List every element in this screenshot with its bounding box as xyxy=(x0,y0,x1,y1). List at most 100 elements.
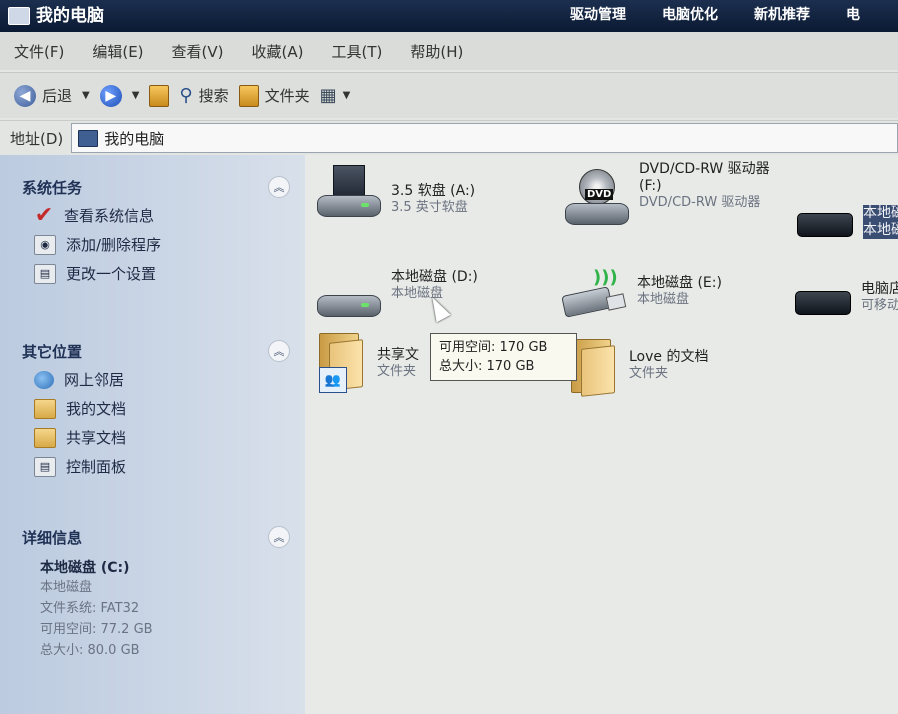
task-pane: 系统任务 ︽ ✔ 查看系统信息 ◉ 添加/删除程序 ▤ 更改一个设置 其它位置 … xyxy=(0,155,305,714)
address-bar: 地址(D) 我的电脑 xyxy=(0,120,898,155)
drive-floppy-a[interactable]: 3.5 软盘 (A:) 3.5 英寸软盘 xyxy=(315,165,476,217)
task-add-remove-programs[interactable]: ◉ 添加/删除程序 xyxy=(22,230,290,259)
search-button[interactable]: ⚲ 搜索 xyxy=(179,85,228,106)
place-shared-documents[interactable]: 共享文档 xyxy=(22,423,290,452)
dvd-drive-icon: DVD xyxy=(563,169,629,225)
task-label: 添加/删除程序 xyxy=(66,236,162,254)
drive-tooltip: 可用空间: 170 GB 总大小: 170 GB xyxy=(430,333,577,381)
up-folder-icon[interactable] xyxy=(149,84,170,107)
folder-love-documents[interactable]: Love 的文档 文件夹 xyxy=(567,339,709,397)
task-view-system-info[interactable]: ✔ 查看系统信息 xyxy=(22,201,290,230)
top-tab-driver-management[interactable]: 驱动管理 xyxy=(552,0,644,26)
details-filesystem: 文件系统: FAT32 xyxy=(40,601,140,616)
item-name: Love 的文档 xyxy=(629,349,709,365)
back-dropdown-icon[interactable]: ▼ xyxy=(82,90,90,101)
item-type: 本地磁盘 xyxy=(637,292,690,307)
folders-icon xyxy=(238,84,259,107)
collapse-chevron-icon[interactable]: ︽ xyxy=(268,176,290,198)
floppy-drive-icon xyxy=(315,165,381,217)
menu-file[interactable]: 文件(F) xyxy=(0,41,78,62)
back-arrow-icon: ◀ xyxy=(14,84,36,107)
top-tab-1[interactable] xyxy=(360,0,456,26)
menu-favorites[interactable]: 收藏(A) xyxy=(238,41,318,62)
collapse-chevron-icon[interactable]: ︽ xyxy=(268,526,290,548)
item-type: DVD/CD-RW 驱动器 xyxy=(639,195,761,210)
toolbar: ◀ 后退 ▼ ▶ ▼ ⚲ 搜索 文件夹 ▦ ▼ xyxy=(0,72,898,118)
hard-drive-icon xyxy=(797,207,853,237)
views-button[interactable]: ▦ ▼ xyxy=(320,85,351,106)
item-type: 可移动 xyxy=(861,298,898,313)
tooltip-total-size: 总大小: 170 GB xyxy=(439,359,535,374)
item-drive-letter: (F:) xyxy=(639,178,662,194)
my-computer-icon xyxy=(78,129,99,147)
views-dropdown-icon: ▼ xyxy=(342,90,351,101)
address-input[interactable]: 我的电脑 xyxy=(71,123,898,153)
top-tab-strip: 驱动管理 电脑优化 新机推荐 电 xyxy=(360,0,878,26)
removable-drive-icon xyxy=(795,285,851,315)
system-tasks-panel: 系统任务 ︽ ✔ 查看系统信息 ◉ 添加/删除程序 ▤ 更改一个设置 xyxy=(22,173,290,288)
details-free-space: 可用空间: 77.2 GB xyxy=(40,622,153,637)
usb-drive-icon: ))) xyxy=(561,267,627,318)
place-control-panel[interactable]: ▤ 控制面板 xyxy=(22,452,290,481)
item-type: 文件夹 xyxy=(377,364,417,379)
details-drive-name: 本地磁盘 (C:) xyxy=(40,560,130,576)
top-tab-pc-optimize[interactable]: 电脑优化 xyxy=(644,0,736,26)
window-title-text: 我的电脑 xyxy=(36,6,104,26)
users-icon: 👥 xyxy=(319,367,347,393)
forward-arrow-icon[interactable]: ▶ xyxy=(99,84,122,107)
place-label: 网上邻居 xyxy=(64,371,125,389)
place-my-documents[interactable]: 我的文档 xyxy=(22,394,290,423)
top-tab-new-pc-recommend[interactable]: 新机推荐 xyxy=(736,0,828,26)
address-value: 我的电脑 xyxy=(104,129,165,148)
menu-edit[interactable]: 编辑(E) xyxy=(78,41,157,62)
drive-list: 3.5 软盘 (A:) 3.5 英寸软盘 DVD DVD/CD-RW 驱动器 (… xyxy=(305,155,898,714)
item-name: 本地磁盘 (D:) xyxy=(391,269,478,285)
drive-local-e[interactable]: ))) 本地磁盘 (E:) 本地磁盘 xyxy=(561,267,722,318)
folders-label: 文件夹 xyxy=(264,87,310,105)
place-label: 控制面板 xyxy=(66,458,127,476)
back-label: 后退 xyxy=(42,87,73,105)
details-title: 详细信息 xyxy=(22,528,83,547)
task-label: 查看系统信息 xyxy=(64,207,155,225)
window-title: 我的电脑 xyxy=(8,0,104,32)
title-bar: 我的电脑 驱动管理 电脑优化 新机推荐 电 xyxy=(0,0,898,32)
details-panel: 详细信息 ︽ 本地磁盘 (C:) 本地磁盘 文件系统: FAT32 可用空间: … xyxy=(22,523,290,661)
hard-drive-icon xyxy=(315,283,381,317)
drive-removable[interactable]: 电脑店 可移动 xyxy=(795,281,898,315)
menu-help[interactable]: 帮助(H) xyxy=(396,41,477,62)
task-change-setting[interactable]: ▤ 更改一个设置 xyxy=(22,259,290,288)
item-name: 共享文 xyxy=(377,347,419,363)
top-tab-6[interactable]: 电 xyxy=(828,0,878,26)
place-network[interactable]: 网上邻居 xyxy=(22,365,290,394)
item-name: 3.5 软盘 (A:) xyxy=(391,183,476,199)
checkmark-icon: ✔ xyxy=(34,203,54,228)
task-label: 更改一个设置 xyxy=(66,265,157,283)
system-tasks-title: 系统任务 xyxy=(22,178,83,197)
item-name: 本地磁 xyxy=(863,205,898,222)
item-name: 本地磁盘 (E:) xyxy=(637,275,722,291)
top-tab-2[interactable] xyxy=(456,0,552,26)
back-button[interactable]: ◀ 后退 xyxy=(14,84,73,107)
search-label: 搜索 xyxy=(198,87,229,105)
search-icon: ⚲ xyxy=(179,85,193,106)
drive-local-c[interactable]: 本地磁 本地磁 xyxy=(797,205,898,239)
folder-shared-documents[interactable]: 👥 共享文 文件夹 xyxy=(315,333,419,393)
item-name: DVD/CD-RW 驱动器 xyxy=(639,161,770,177)
drive-local-d[interactable]: 本地磁盘 (D:) 本地磁盘 xyxy=(315,269,478,317)
forward-dropdown-icon[interactable]: ▼ xyxy=(132,90,140,101)
item-name: 电脑店 xyxy=(861,281,898,297)
item-type: 本地磁 xyxy=(863,222,898,239)
other-places-title: 其它位置 xyxy=(22,342,83,361)
collapse-chevron-icon[interactable]: ︽ xyxy=(268,340,290,362)
my-computer-icon xyxy=(8,7,30,25)
menu-tools[interactable]: 工具(T) xyxy=(317,41,396,62)
details-total-size: 总大小: 80.0 GB xyxy=(40,643,140,658)
program-box-icon: ◉ xyxy=(34,234,56,255)
place-label: 我的文档 xyxy=(66,400,127,418)
menu-view[interactable]: 查看(V) xyxy=(158,41,238,62)
details-drive-type: 本地磁盘 xyxy=(40,580,93,595)
folders-button[interactable]: 文件夹 xyxy=(238,84,310,107)
tooltip-free-space: 可用空间: 170 GB xyxy=(439,340,548,355)
documents-folder-icon xyxy=(34,398,56,419)
drive-dvd-f[interactable]: DVD DVD/CD-RW 驱动器 (F:) DVD/CD-RW 驱动器 xyxy=(563,161,770,225)
